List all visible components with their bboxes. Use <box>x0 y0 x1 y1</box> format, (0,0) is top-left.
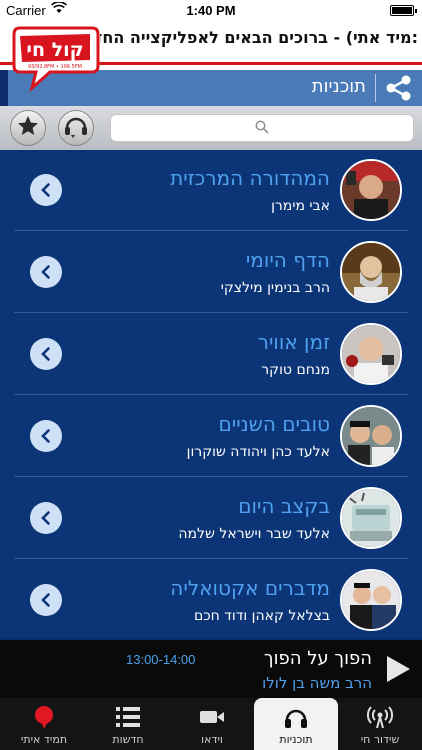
tab-live[interactable]: שידור חי <box>338 698 422 750</box>
avatar <box>340 241 402 303</box>
program-host: אלעד כהן ויהודה שוקרון <box>186 444 330 460</box>
search-toolbar <box>0 106 422 150</box>
list-item[interactable]: המהדורה המרכזית אבי מימרן <box>14 150 408 231</box>
avatar <box>340 159 402 221</box>
avatar <box>340 569 402 631</box>
station-logo[interactable]: קול חי 93/92.8FM • 106.5FM <box>10 26 100 98</box>
chevron-left-icon[interactable] <box>30 256 62 288</box>
search-input[interactable] <box>110 114 414 142</box>
page-title: תוכניות <box>311 76 366 97</box>
program-name: מדברים אקטואליה <box>170 576 330 600</box>
chevron-left-icon[interactable] <box>30 502 62 534</box>
headset-chat-icon <box>63 114 89 142</box>
program-host: מנחם טוקר <box>261 362 330 378</box>
avatar <box>340 405 402 467</box>
program-name: בקצב היום <box>238 494 330 518</box>
favorites-button[interactable] <box>10 110 46 146</box>
share-icon[interactable] <box>384 74 414 102</box>
program-host: אבי מימרן <box>271 198 330 214</box>
chevron-left-icon[interactable] <box>30 420 62 452</box>
headphones-icon <box>254 704 338 730</box>
list-item[interactable]: מדברים אקטואליה בצלאל קאהן ודוד חכם <box>14 560 408 641</box>
program-name: הדף היומי <box>245 248 330 272</box>
list-item[interactable]: בקצב היום אלעד שבר וישראל שלמה <box>14 478 408 559</box>
now-playing-host: הרב משה בן לולו <box>262 674 372 692</box>
tab-always-with-me[interactable]: תמיד איתי <box>2 698 86 750</box>
chevron-left-icon[interactable] <box>30 174 62 206</box>
chevron-left-icon[interactable] <box>30 338 62 370</box>
status-bar: Carrier 1:40 PM <box>0 0 422 22</box>
list-item[interactable]: זמן אוויר מנחם טוקר <box>14 314 408 395</box>
red-bubble-icon <box>2 704 86 730</box>
tab-label: וידאו <box>201 733 223 746</box>
program-name: טובים השניים <box>218 412 330 436</box>
logo-frequency: 93/92.8FM • 106.5FM <box>28 64 82 70</box>
search-icon <box>255 119 269 138</box>
tab-label: תוכניות <box>279 733 313 746</box>
tab-news[interactable]: חדשות <box>86 698 170 750</box>
battery-icon <box>390 5 417 16</box>
tab-label: תמיד איתי <box>20 733 68 746</box>
talk-button[interactable] <box>58 110 94 146</box>
list-icon <box>86 704 170 730</box>
star-icon <box>16 114 40 142</box>
now-playing-show: הפוך על הפוך <box>263 648 372 669</box>
tab-video[interactable]: וידאו <box>170 698 254 750</box>
tab-label: חדשות <box>112 733 144 746</box>
program-name: זמן אוויר <box>257 330 330 354</box>
program-name: המהדורה המרכזית <box>170 166 330 190</box>
program-host: אלעד שבר וישראל שלמה <box>178 526 330 542</box>
chevron-left-icon[interactable] <box>30 584 62 616</box>
tab-label: שידור חי <box>360 733 400 746</box>
broadcast-icon <box>338 704 422 730</box>
logo-wordmark: קול חי <box>26 39 83 61</box>
now-playing-bar[interactable]: 13:00-14:00 הפוך על הפוך הרב משה בן לולו <box>0 640 422 698</box>
play-icon[interactable] <box>384 654 412 684</box>
tab-bar: שידור חי תוכניות וידאו חדשות תמיד איתי <box>0 698 422 750</box>
program-host: בצלאל קאהן ודוד חכם <box>193 608 330 624</box>
title-divider <box>375 74 376 102</box>
clock: 1:40 PM <box>186 3 236 18</box>
tab-programs[interactable]: תוכניות <box>254 698 338 750</box>
video-camera-icon <box>170 704 254 730</box>
avatar <box>340 487 402 549</box>
show-hours: 13:00-14:00 <box>126 652 196 667</box>
list-item[interactable]: טובים השניים אלעד כהן ויהודה שוקרון <box>14 396 408 477</box>
programs-list: המהדורה המרכזית אבי מימרן הדף היומי הרב … <box>0 150 422 641</box>
avatar <box>340 323 402 385</box>
program-host: הרב בנימין מילצקי <box>220 280 330 296</box>
news-ticker: :מיד אתי) - ברוכים הבאים לאפליקצייה החדש… <box>100 28 418 47</box>
list-item[interactable]: הדף היומי הרב בנימין מילצקי <box>14 232 408 313</box>
